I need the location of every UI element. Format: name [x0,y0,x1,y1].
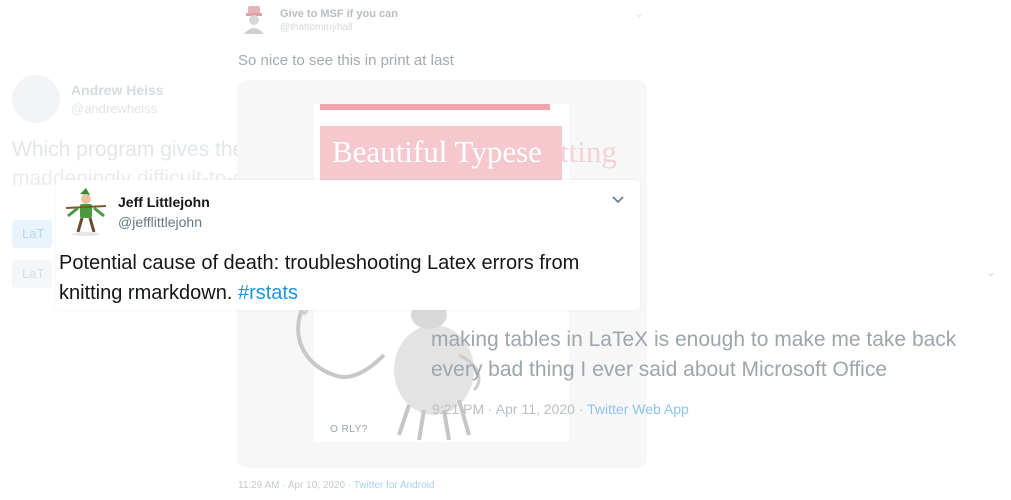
andrew-name[interactable]: Andrew Heiss [71,82,164,98]
right-tweet-text-line1: making tables in LaTeX is enough to make… [431,328,957,351]
andrew-handle[interactable]: @andrewheiss [71,101,157,116]
jeff-handle[interactable]: @jefflittlejohn [118,214,202,230]
right-tweet-source-link[interactable]: Twitter Web App [587,401,689,417]
tom-avatar[interactable] [240,4,268,34]
tom-tweet-text: So nice to see this in print at last [238,52,454,69]
chevron-down-icon[interactable]: ⌄ [986,265,996,279]
tom-handle[interactable]: @thattommyhall [280,22,352,33]
jeff-avatar[interactable] [62,186,110,236]
book-title: Beautiful Typese [332,134,542,169]
poll-option-2-label: LaT [22,266,45,281]
right-tweet-time: 9:21 PM · Apr 11, 2020 · [432,401,588,417]
tom-tweet-time: 11:29 AM · Apr 10, 2020 · [238,480,354,491]
jeff-tweet-text: Potential cause of death: troubleshootin… [59,248,629,308]
jeff-name[interactable]: Jeff Littlejohn [118,194,210,210]
tom-name[interactable]: Give to MSF if you can [280,8,398,20]
tom-tweet-meta: 11:29 AM · Apr 10, 2020 · Twitter for An… [238,480,434,491]
tom-tweet-source-link[interactable]: Twitter for Android [354,480,435,491]
right-tweet-text-line2: every bad thing I ever said about Micros… [431,358,888,381]
poll-option-1-label: LaT [22,226,45,241]
book-publisher: O RLY? [330,424,368,435]
andrew-avatar[interactable] [12,75,60,123]
chevron-down-icon[interactable] [611,192,625,208]
jeff-tweet-body: Potential cause of death: troubleshootin… [59,252,580,304]
right-tweet-meta: 9:21 PM · Apr 11, 2020 · Twitter Web App [432,401,689,417]
book-top-stripe [320,104,550,110]
book-title-overflow: tting [560,134,617,169]
chevron-down-icon[interactable]: ⌄ [634,6,644,20]
hashtag-link[interactable]: #rstats [238,282,298,304]
